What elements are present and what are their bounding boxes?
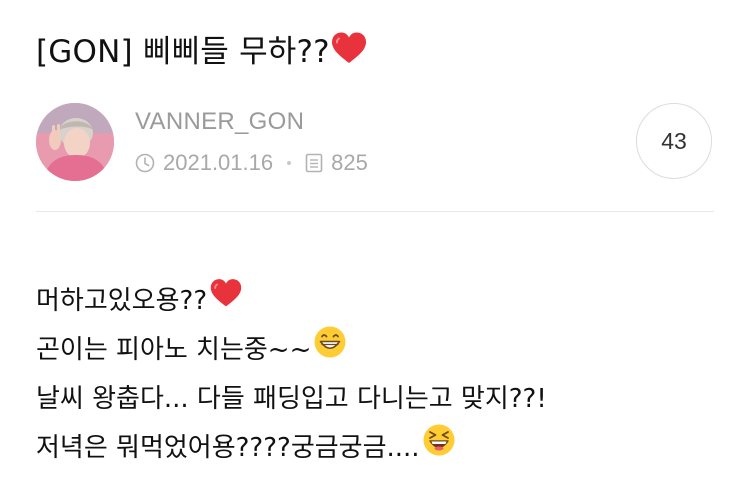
grinning-face-emoji-icon: [313, 325, 347, 376]
author-name[interactable]: VANNER_GON: [135, 108, 304, 136]
body-line: 저녁은 뭐먹었어용????궁금궁금....: [36, 424, 547, 473]
post-meta: 2021.01.16 825: [135, 148, 368, 178]
comment-count: 43: [661, 127, 687, 154]
avatar-photo: [36, 103, 114, 181]
meta-separator: [287, 161, 292, 165]
body-line-text: 저녁은 뭐먹었어용????궁금궁금....: [36, 433, 420, 463]
post-date: 2021.01.16: [163, 150, 274, 175]
view-count: 825: [331, 150, 368, 175]
body-line: 곤이는 피아노 치는중~~: [36, 326, 547, 375]
heart-emoji-icon: [330, 31, 368, 77]
document-icon: [305, 153, 323, 173]
body-line: 날씨 왕춥다... 다들 패딩입고 다니는고 맞지??!: [36, 375, 547, 424]
heart-emoji-icon: [209, 277, 243, 326]
body-line: 머하고있오용??: [36, 277, 547, 326]
clock-icon: [135, 153, 155, 173]
body-line-text: 날씨 왕춥다... 다들 패딩입고 다니는고 맞지??!: [36, 384, 547, 414]
post-title-text: [GON] 삐삐들 무하??: [36, 34, 330, 70]
post-body: 머하고있오용?? 곤이는 피아노 치는중~~ 날씨 왕춥다... 다들 패딩입고…: [36, 277, 547, 473]
post-title: [GON] 삐삐들 무하??: [36, 30, 368, 77]
divider: [36, 211, 714, 212]
comment-count-button[interactable]: 43: [636, 103, 712, 179]
body-line-text: 머하고있오용??: [36, 286, 208, 316]
laughing-face-emoji-icon: [422, 423, 456, 474]
author-avatar[interactable]: [36, 103, 114, 181]
body-line-text: 곤이는 피아노 치는중~~: [36, 335, 312, 365]
